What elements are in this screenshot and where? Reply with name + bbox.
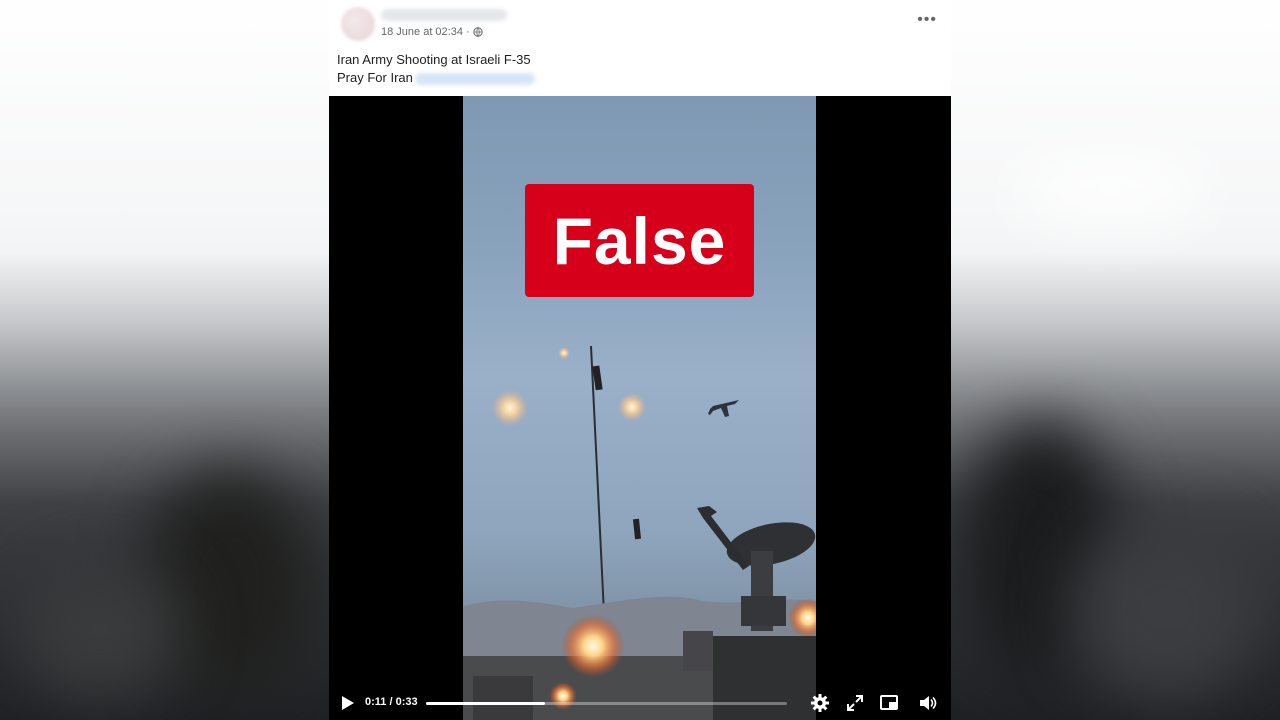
hashtag-blurred[interactable] <box>414 72 535 85</box>
settings-icon[interactable] <box>810 693 830 713</box>
globe-icon <box>472 27 483 37</box>
post-timestamp[interactable]: 18 June at 02:34 · <box>381 26 483 38</box>
blurred-background-right <box>951 0 1280 720</box>
author-name-blurred[interactable] <box>381 9 507 21</box>
video-player[interactable]: False 0:11 / 0:33 <box>329 96 951 720</box>
play-icon[interactable] <box>337 693 357 713</box>
facebook-post: 18 June at 02:34 · ••• Iran Army Shootin… <box>329 0 951 720</box>
post-text-line-2: Pray For Iran <box>337 70 413 85</box>
post-text-line-1: Iran Army Shooting at Israeli F-35 <box>337 52 531 67</box>
volume-icon[interactable] <box>918 693 938 713</box>
post-header: 18 June at 02:34 · ••• <box>329 0 951 44</box>
timestamp-text: 18 June at 02:34 <box>381 26 463 38</box>
fullscreen-icon[interactable] <box>845 693 865 713</box>
avatar[interactable] <box>341 7 375 41</box>
more-options-icon[interactable]: ••• <box>917 12 937 28</box>
video-progress-fill <box>426 702 546 705</box>
video-progress-bar[interactable] <box>426 702 787 705</box>
video-controls: 0:11 / 0:33 <box>329 686 951 720</box>
video-time: 0:11 / 0:33 <box>365 696 418 708</box>
picture-in-picture-icon[interactable] <box>879 693 899 713</box>
post-text: Iran Army Shooting at Israeli F-35 Pray … <box>337 51 535 87</box>
blurred-background-left <box>0 0 329 720</box>
video-frame: False <box>463 96 816 720</box>
false-rating-badge: False <box>525 184 754 297</box>
